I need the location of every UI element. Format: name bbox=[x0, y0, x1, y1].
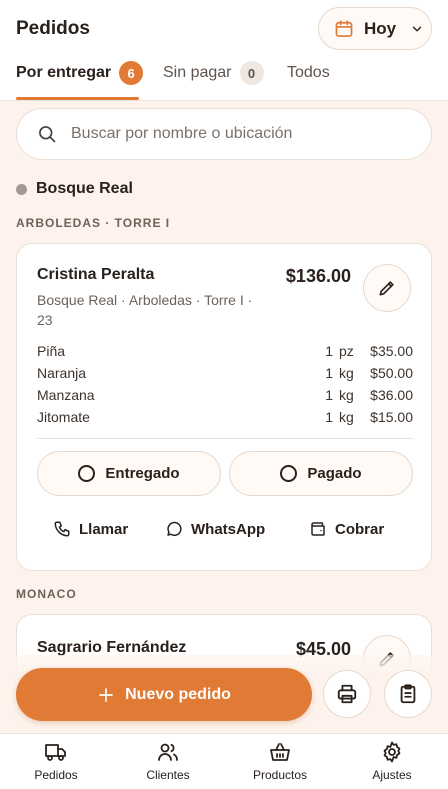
item-price: $50.00 bbox=[370, 365, 413, 381]
item-unit: kg bbox=[339, 409, 354, 425]
nav-item-clientes[interactable]: Clientes bbox=[112, 740, 224, 782]
customer-address: Bosque Real · Arboledas · Torre I · 23 bbox=[37, 292, 253, 328]
button-label: Entregado bbox=[105, 465, 180, 482]
tab-label: Por entregar bbox=[16, 64, 112, 81]
order-card: Cristina Peralta Bosque Real · Arboledas… bbox=[16, 243, 432, 571]
item-unit: kg bbox=[339, 387, 354, 403]
edit-order-button[interactable] bbox=[363, 264, 411, 312]
calendar-icon bbox=[334, 19, 354, 39]
bottom-nav: Pedidos Clientes Productos Ajustes bbox=[0, 733, 448, 789]
printer-icon bbox=[336, 683, 358, 705]
wallet-icon bbox=[309, 520, 327, 538]
nav-label: Ajustes bbox=[372, 768, 412, 782]
button-label: Cobrar bbox=[335, 520, 385, 538]
print-button[interactable] bbox=[323, 670, 371, 718]
new-order-button[interactable]: Nuevo pedido bbox=[16, 668, 312, 721]
group-label: MONACO bbox=[16, 587, 77, 601]
order-total: $136.00 bbox=[285, 266, 351, 286]
nav-item-ajustes[interactable]: Ajustes bbox=[336, 740, 448, 782]
phone-icon bbox=[53, 520, 71, 538]
group-label: ARBOLEDAS · TORRE I bbox=[16, 216, 171, 230]
list-item: Naranja 1 kg $50.00 bbox=[37, 362, 413, 384]
nav-label: Pedidos bbox=[34, 768, 78, 782]
search-icon bbox=[37, 124, 57, 144]
button-label: Nuevo pedido bbox=[125, 685, 231, 703]
item-price: $36.00 bbox=[370, 387, 413, 403]
item-unit: pz bbox=[339, 343, 354, 359]
call-button[interactable]: Llamar bbox=[53, 520, 128, 538]
truck-icon bbox=[44, 740, 68, 764]
tab-count-badge: 6 bbox=[119, 61, 144, 85]
item-price: $15.00 bbox=[370, 409, 413, 425]
item-qty: 1 bbox=[325, 365, 333, 381]
chat-bubble-icon bbox=[165, 520, 183, 538]
tab-sin-pagar[interactable]: Sin pagar 0 bbox=[163, 60, 264, 101]
users-icon bbox=[156, 740, 180, 764]
item-price: $35.00 bbox=[370, 343, 413, 359]
tab-todos[interactable]: Todos bbox=[287, 60, 330, 101]
whatsapp-button[interactable]: WhatsApp bbox=[165, 520, 265, 538]
nav-label: Productos bbox=[252, 768, 308, 782]
pencil-icon bbox=[377, 278, 397, 298]
chevron-down-icon bbox=[410, 22, 424, 36]
customer-name: Cristina Peralta bbox=[37, 266, 155, 283]
nav-item-pedidos[interactable]: Pedidos bbox=[0, 740, 112, 782]
item-qty: 1 bbox=[325, 409, 333, 425]
tab-label: Sin pagar bbox=[163, 64, 232, 81]
tab-por-entregar[interactable]: Por entregar 6 bbox=[16, 60, 144, 101]
item-name: Manzana bbox=[37, 387, 95, 403]
page-title: Pedidos bbox=[16, 18, 90, 39]
item-unit: kg bbox=[339, 365, 354, 381]
list-item: Manzana 1 kg $36.00 bbox=[37, 384, 413, 406]
search-bar bbox=[16, 108, 432, 160]
radio-circle-icon bbox=[78, 465, 96, 482]
plus-icon bbox=[97, 686, 115, 704]
list-item: Piña 1 pz $35.00 bbox=[37, 340, 413, 362]
item-name: Jitomate bbox=[37, 409, 90, 425]
charge-button[interactable]: Cobrar bbox=[309, 520, 384, 538]
item-qty: 1 bbox=[325, 343, 333, 359]
gear-icon bbox=[380, 740, 404, 764]
search-input[interactable] bbox=[71, 125, 391, 143]
location-name: Bosque Real bbox=[36, 180, 133, 197]
clipboard-button[interactable] bbox=[384, 670, 432, 718]
basket-icon bbox=[268, 740, 292, 764]
card-divider bbox=[37, 438, 413, 439]
button-label: Llamar bbox=[79, 520, 129, 538]
item-qty: 1 bbox=[325, 387, 333, 403]
tab-count-badge: 0 bbox=[239, 61, 264, 85]
tab-label: Todos bbox=[287, 64, 330, 81]
list-item: Jitomate 1 kg $15.00 bbox=[37, 406, 413, 428]
clipboard-icon bbox=[397, 683, 419, 705]
nav-item-productos[interactable]: Productos bbox=[224, 740, 336, 782]
date-filter-button[interactable]: Hoy bbox=[318, 7, 432, 50]
item-name: Naranja bbox=[37, 365, 87, 381]
mark-paid-button[interactable]: Pagado bbox=[229, 451, 413, 496]
location-header: Bosque Real bbox=[16, 180, 133, 198]
mark-delivered-button[interactable]: Entregado bbox=[37, 451, 221, 496]
order-items: Piña 1 pz $35.00 Naranja 1 kg $50.00 Man… bbox=[37, 340, 413, 428]
button-label: Pagado bbox=[307, 465, 362, 482]
button-label: WhatsApp bbox=[191, 520, 266, 538]
location-dot bbox=[16, 183, 27, 195]
item-name: Piña bbox=[37, 343, 66, 359]
order-tabs: Por entregar 6 Sin pagar 0 Todos bbox=[0, 60, 448, 101]
date-filter-label: Hoy bbox=[364, 18, 397, 38]
radio-circle-icon bbox=[280, 465, 298, 482]
active-tab-indicator bbox=[16, 97, 139, 100]
app-header: Pedidos Hoy Por entregar 6 Sin pagar 0 T… bbox=[0, 0, 448, 101]
nav-label: Clientes bbox=[146, 768, 190, 782]
